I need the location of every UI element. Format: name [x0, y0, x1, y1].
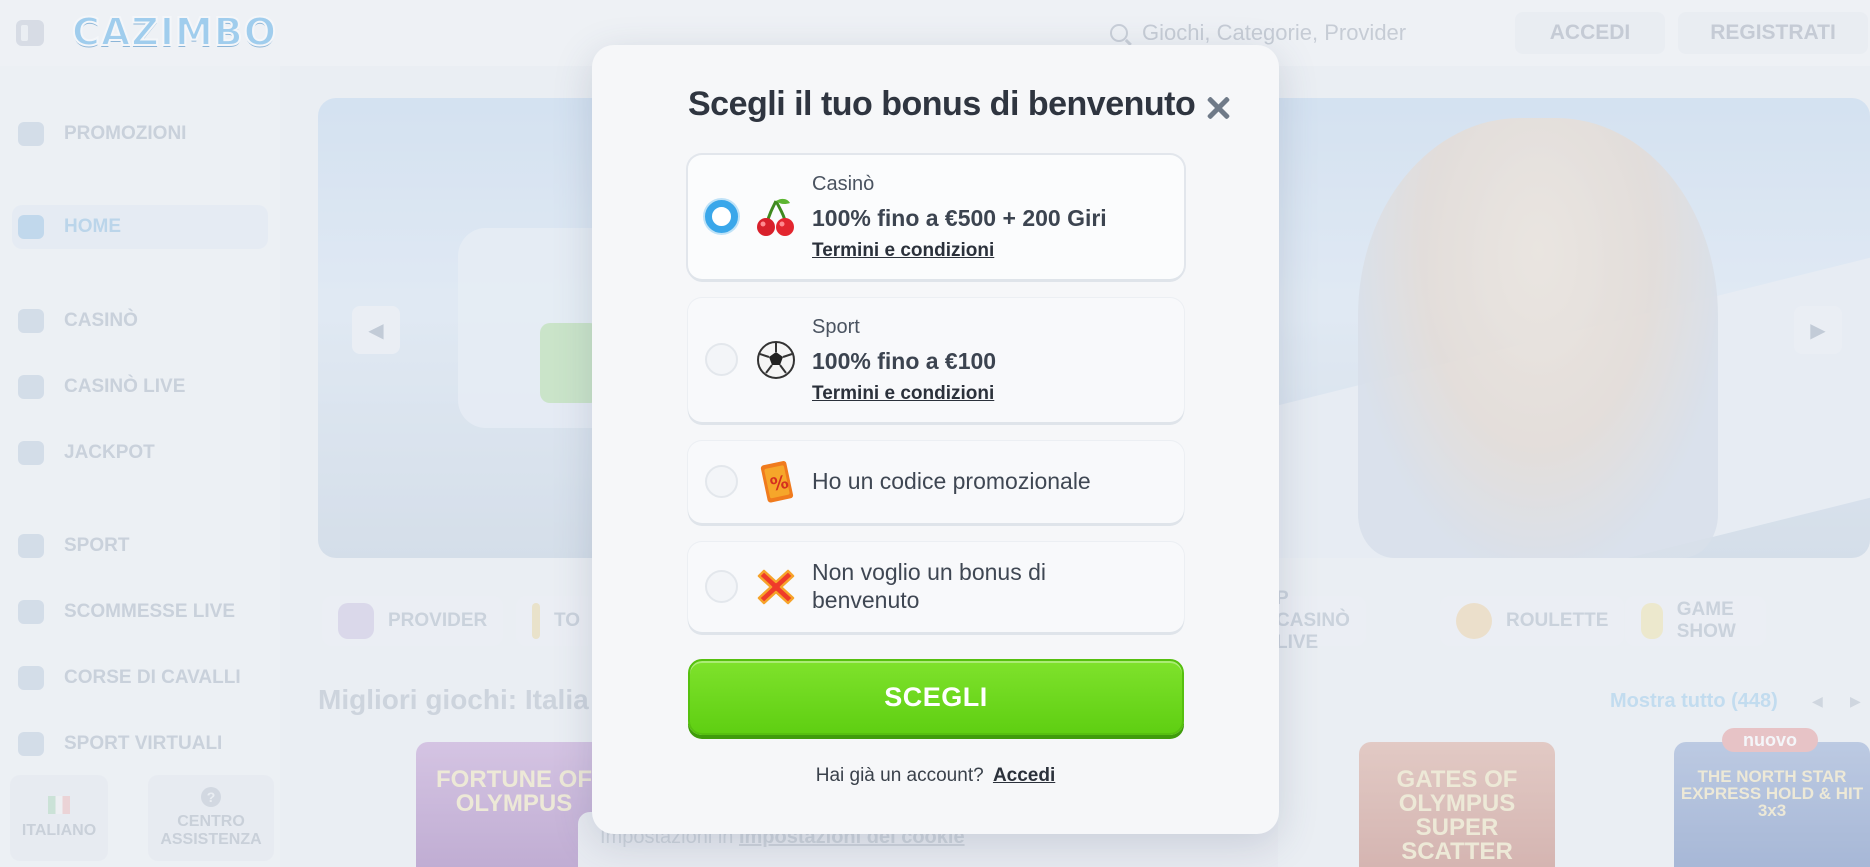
radio-button[interactable] [705, 343, 738, 376]
option-text: Non voglio un bonus di benvenuto [812, 559, 1046, 613]
no-bonus-icon [754, 565, 798, 609]
radio-button[interactable] [705, 200, 738, 233]
option-text: Ho un codice promozionale [812, 468, 1091, 494]
login-link[interactable]: Accedi [993, 765, 1055, 786]
terms-link[interactable]: Termini e condizioni [812, 383, 994, 405]
account-question: Hai già un account? [815, 765, 984, 786]
promo-code-icon: % [754, 460, 798, 504]
soccer-ball-icon [754, 338, 798, 382]
choose-button[interactable]: SCEGLI [688, 659, 1184, 735]
option-category: Sport [812, 316, 860, 338]
cherry-icon [754, 195, 798, 239]
login-prompt: Hai già un account? Accedi [592, 765, 1279, 787]
radio-button[interactable] [705, 465, 738, 498]
bonus-option-promo-code[interactable]: % Ho un codice promozionale [688, 441, 1184, 523]
terms-link[interactable]: Termini e condizioni [812, 240, 994, 262]
modal-title: Scegli il tuo bonus di benvenuto [688, 85, 1196, 123]
option-amount: 100% fino a €100 [812, 348, 997, 374]
welcome-bonus-modal: Scegli il tuo bonus di benvenuto Casinò … [592, 45, 1279, 834]
close-icon[interactable] [1203, 93, 1233, 123]
radio-button[interactable] [705, 570, 738, 603]
option-amount: 100% fino a €500 + 200 Giri [812, 205, 1107, 231]
bonus-option-casino[interactable]: Casinò 100% fino a €500 + 200 Giri Termi… [688, 155, 1184, 279]
bonus-option-sport[interactable]: Sport 100% fino a €100 Termini e condizi… [688, 298, 1184, 422]
option-category: Casinò [812, 173, 875, 195]
bonus-option-no-bonus[interactable]: Non voglio un bonus di benvenuto [688, 542, 1184, 632]
